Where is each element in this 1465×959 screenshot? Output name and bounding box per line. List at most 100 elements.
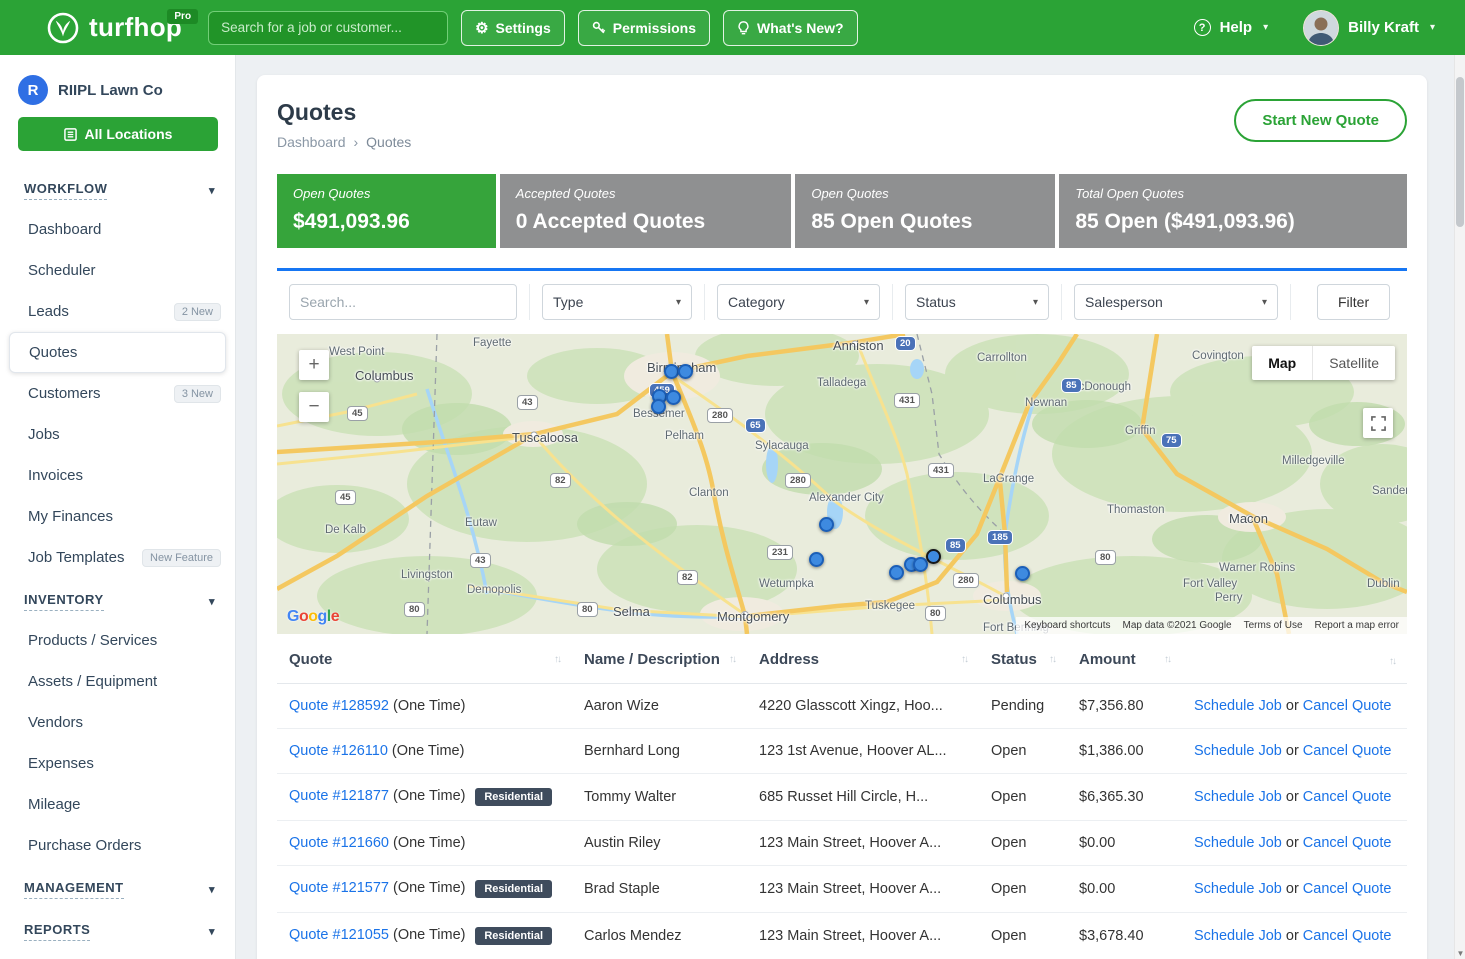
report-map-error-link[interactable]: Report a map error [1315, 620, 1399, 631]
terms-of-use-link[interactable]: Terms of Use [1244, 620, 1303, 631]
sort-icon[interactable]: ↑↓ [554, 654, 560, 665]
sidebar-item-products-services[interactable]: Products / Services [0, 620, 235, 661]
schedule-job-link[interactable]: Schedule Job [1194, 881, 1282, 897]
satellite-view-button[interactable]: Satellite [1313, 346, 1395, 380]
page-scrollbar[interactable]: ▼ [1454, 55, 1465, 959]
sidebar-item-scheduler[interactable]: Scheduler [0, 250, 235, 291]
schedule-job-link[interactable]: Schedule Job [1194, 789, 1282, 805]
section-inventory[interactable]: INVENTORY ▾ [0, 578, 235, 620]
map-view-button[interactable]: Map [1252, 346, 1313, 380]
whats-new-button[interactable]: What's New? [723, 10, 858, 46]
sort-icon[interactable]: ↑↓ [1389, 656, 1395, 667]
sidebar-item-my-finances[interactable]: My Finances [0, 496, 235, 537]
page-title: Quotes [277, 99, 411, 126]
status-select[interactable]: Status▾ [905, 284, 1049, 320]
quote-address: 685 Russet Hill Circle, H... [747, 774, 979, 821]
cancel-quote-link[interactable]: Cancel Quote [1303, 881, 1392, 897]
map-marker-selected[interactable] [926, 549, 941, 564]
quote-link[interactable]: Quote #128592 [289, 698, 389, 714]
google-logo[interactable]: Google [287, 608, 339, 626]
map-marker[interactable] [819, 517, 834, 532]
map-zoom-out-button[interactable]: − [299, 392, 329, 422]
sidebar-item-expenses[interactable]: Expenses [0, 743, 235, 784]
sort-icon[interactable]: ↑↓ [1164, 654, 1170, 665]
scrollbar-thumb[interactable] [1456, 77, 1464, 227]
quote-link[interactable]: Quote #126110 [289, 743, 388, 759]
map-marker[interactable] [651, 399, 666, 414]
permissions-button[interactable]: Permissions [578, 10, 710, 46]
scrollbar-down-arrow[interactable]: ▼ [1455, 949, 1465, 958]
global-search-input[interactable] [208, 11, 448, 45]
avatar[interactable] [1303, 10, 1339, 46]
sidebar-item-dashboard[interactable]: Dashboard [0, 209, 235, 250]
sidebar-item-quotes[interactable]: Quotes [9, 332, 226, 373]
keyboard-shortcuts-link[interactable]: Keyboard shortcuts [1024, 620, 1110, 631]
map-marker[interactable] [1015, 566, 1030, 581]
sidebar-item-job-templates[interactable]: Job TemplatesNew Feature [0, 537, 235, 578]
breadcrumb-dashboard[interactable]: Dashboard [277, 134, 346, 150]
chevron-down-icon: ▾ [1263, 22, 1268, 33]
sidebar-item-jobs[interactable]: Jobs [0, 414, 235, 455]
map-marker[interactable] [666, 390, 681, 405]
section-reports[interactable]: REPORTS ▾ [0, 908, 235, 950]
column-header-name[interactable]: Name / Description↑↓ [572, 636, 747, 684]
settings-button[interactable]: ⚙ Settings [461, 10, 565, 46]
brand-logo[interactable]: turfhop Pro [0, 11, 182, 45]
sort-icon[interactable]: ↑↓ [1049, 654, 1055, 665]
section-workflow[interactable]: WORKFLOW ▾ [0, 167, 235, 209]
map-data-text: Map data ©2021 Google [1122, 620, 1231, 631]
quotes-map[interactable]: West Point Columbus Fayette Anniston Car… [277, 334, 1407, 634]
quote-link[interactable]: Quote #121660 [289, 835, 389, 851]
quotes-search-input[interactable] [289, 284, 517, 320]
sidebar-item-leads[interactable]: Leads2 New [0, 291, 235, 332]
quote-link[interactable]: Quote #121577 [289, 880, 389, 896]
sort-icon[interactable]: ↑↓ [961, 654, 967, 665]
column-header-quote[interactable]: Quote↑↓ [277, 636, 572, 684]
schedule-job-link[interactable]: Schedule Job [1194, 698, 1282, 714]
stat-open-quotes-value: Open Quotes $491,093.96 [277, 174, 496, 248]
filter-button[interactable]: Filter [1317, 284, 1390, 320]
quote-link[interactable]: Quote #121877 [289, 788, 389, 804]
table-row: Quote #121055(One Time)Residential Carlo… [277, 913, 1407, 959]
type-select[interactable]: Type▾ [542, 284, 692, 320]
company-switcher[interactable]: R RIIPL Lawn Co [0, 69, 235, 115]
map-marker[interactable] [889, 565, 904, 580]
sort-icon[interactable]: ↑↓ [729, 654, 735, 665]
quote-status: Open [979, 774, 1067, 821]
cancel-quote-link[interactable]: Cancel Quote [1303, 698, 1392, 714]
column-header-actions[interactable]: ↑↓ [1182, 636, 1407, 684]
sidebar-item-vendors[interactable]: Vendors [0, 702, 235, 743]
help-menu[interactable]: Help [1220, 19, 1253, 36]
schedule-job-link[interactable]: Schedule Job [1194, 743, 1282, 759]
sidebar-item-customers[interactable]: Customers3 New [0, 373, 235, 414]
map-marker[interactable] [678, 364, 693, 379]
quote-link[interactable]: Quote #121055 [289, 927, 389, 943]
map-marker[interactable] [809, 552, 824, 567]
cancel-quote-link[interactable]: Cancel Quote [1303, 928, 1392, 944]
map-fullscreen-button[interactable] [1363, 408, 1393, 438]
column-header-status[interactable]: Status↑↓ [979, 636, 1067, 684]
schedule-job-link[interactable]: Schedule Job [1194, 835, 1282, 851]
quote-amount: $0.00 [1067, 821, 1182, 866]
cancel-quote-link[interactable]: Cancel Quote [1303, 835, 1392, 851]
column-header-amount[interactable]: Amount↑↓ [1067, 636, 1182, 684]
user-menu[interactable]: Billy Kraft [1348, 19, 1419, 36]
sidebar-item-invoices[interactable]: Invoices [0, 455, 235, 496]
map-zoom-in-button[interactable]: + [299, 350, 329, 380]
sidebar-item-mileage[interactable]: Mileage [0, 784, 235, 825]
category-select[interactable]: Category▾ [717, 284, 880, 320]
column-header-address[interactable]: Address↑↓ [747, 636, 979, 684]
sidebar-item-assets-equipment[interactable]: Assets / Equipment [0, 661, 235, 702]
cancel-quote-link[interactable]: Cancel Quote [1303, 743, 1392, 759]
sidebar-item-purchase-orders[interactable]: Purchase Orders [0, 825, 235, 866]
app-window: turfhop Pro ⚙ Settings Permissions What'… [0, 0, 1465, 959]
cancel-quote-link[interactable]: Cancel Quote [1303, 789, 1392, 805]
section-management[interactable]: MANAGEMENT ▾ [0, 866, 235, 908]
schedule-job-link[interactable]: Schedule Job [1194, 928, 1282, 944]
or-separator: or [1286, 743, 1299, 759]
all-locations-button[interactable]: All Locations [18, 117, 218, 151]
salesperson-select[interactable]: Salesperson▾ [1074, 284, 1278, 320]
map-marker[interactable] [664, 364, 679, 379]
start-new-quote-button[interactable]: Start New Quote [1234, 99, 1407, 142]
chevron-down-icon: ▾ [209, 184, 215, 197]
